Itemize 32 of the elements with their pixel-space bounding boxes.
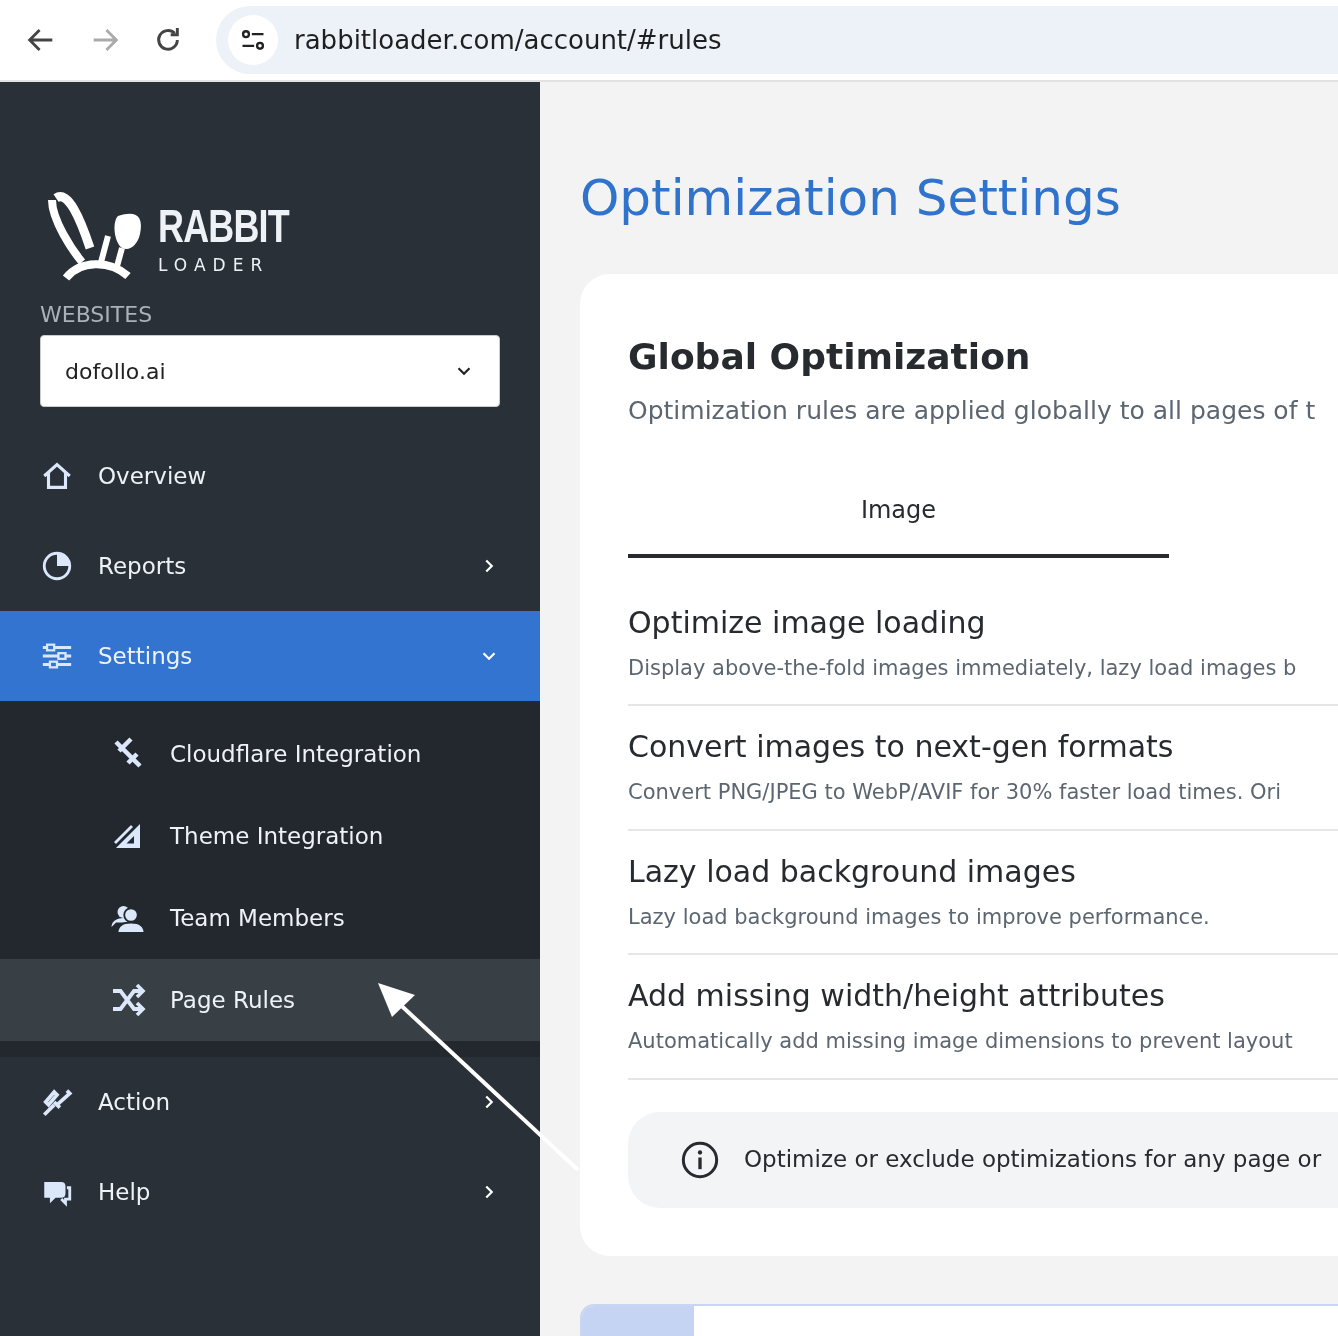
setting-title: Convert images to next-gen formats (628, 728, 1175, 766)
site-settings-button[interactable] (228, 15, 278, 65)
logo-wordmark: RABBIT (158, 203, 289, 249)
setting-title: Add missing width/height attributes (628, 977, 1166, 1015)
page-title: Optimization Settings (580, 168, 1122, 228)
shuffle-icon (110, 982, 146, 1018)
setting-description: Display above-the-fold images immediately, lazy load images b (628, 654, 1298, 682)
setting-description: Lazy load background images to improve performance. (628, 903, 1211, 931)
submenu-item[interactable]: Theme Integration (0, 795, 540, 877)
submenu-item[interactable]: Cloudflare Integration (0, 713, 540, 795)
info-text: Optimize or exclude optimizations for any page or (744, 1145, 1322, 1175)
address-bar[interactable]: rabbitloader.com/account/#rules (216, 6, 1338, 74)
card-subtitle: Optimization rules are applied globally to all pages of t (628, 395, 1317, 427)
nav-item[interactable]: Settings (0, 611, 540, 701)
submenu-item[interactable]: Page Rules (0, 959, 540, 1041)
nav-item[interactable]: Overview (0, 431, 540, 521)
setting-title: Lazy load background images (628, 852, 1077, 891)
card-title: Global Optimization (628, 335, 1032, 379)
pie-chart-icon (40, 549, 74, 583)
info-icon (680, 1139, 720, 1180)
logo-subtitle: LOADER (158, 257, 271, 274)
setting-description: Automatically add missing image dimensions to prevent layout (628, 1028, 1294, 1055)
tab[interactable]: Image (628, 477, 1169, 558)
nav-item[interactable]: Reports (0, 521, 540, 611)
url-text: rabbitloader.com/account/#rules (294, 23, 722, 57)
section-label: WEBSITES (39, 301, 154, 329)
nav-item[interactable]: Action (0, 1057, 540, 1147)
nav-item[interactable]: Help (0, 1147, 540, 1237)
setting-description: Convert PNG/JPEG to WebP/AVIF for 30% faster load times. Ori (628, 779, 1282, 806)
submenu-item[interactable]: Team Members (0, 877, 540, 959)
website-select[interactable]: dofollo.ai (40, 335, 500, 407)
setting-title: Optimize image loading (628, 603, 987, 642)
